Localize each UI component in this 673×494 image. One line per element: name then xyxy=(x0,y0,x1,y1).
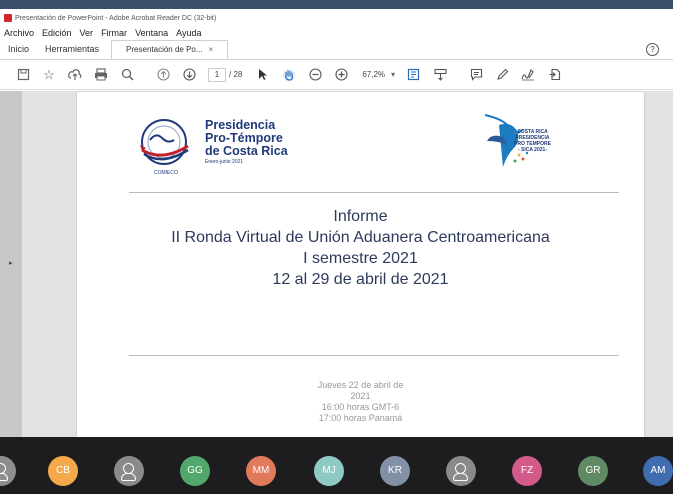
participant-avatar-generic[interactable] xyxy=(446,456,476,486)
meeting-date: Jueves 22 de abril de xyxy=(317,380,404,390)
sica-logo-text: COSTA RICA PRESIDENCIA PRO TEMPORE - SIC… xyxy=(514,129,551,153)
window-title: Presentación de PowerPoint - Adobe Acrob… xyxy=(15,14,217,22)
page-total: / 28 xyxy=(229,70,243,79)
menu-ayuda[interactable]: Ayuda xyxy=(176,28,201,38)
stamp-icon[interactable] xyxy=(543,64,565,86)
zoom-level[interactable]: 67,2% xyxy=(362,70,385,79)
select-cursor-icon[interactable] xyxy=(252,64,274,86)
toolbar: ☆ 1 / 28 67,2% ▾ xyxy=(0,60,673,90)
zoom-in-icon[interactable] xyxy=(330,64,352,86)
acrobat-app-icon xyxy=(4,14,12,22)
participant-avatar-mm[interactable]: MM xyxy=(246,456,276,486)
upload-cloud-icon[interactable] xyxy=(64,64,86,86)
expand-pane-icon[interactable]: ▸ xyxy=(9,259,13,267)
title-bar: Presentación de PowerPoint - Adobe Acrob… xyxy=(0,9,673,27)
participant-avatar-kr[interactable]: KR xyxy=(380,456,410,486)
comieco-seal-logo: COMIECO xyxy=(140,119,189,176)
sica-line-4: - SICA 2021- xyxy=(517,147,547,153)
participant-avatar-gr[interactable]: GR xyxy=(578,456,608,486)
report-title: Informe xyxy=(333,208,388,225)
help-icon[interactable]: ? xyxy=(646,43,659,56)
tab-inicio[interactable]: Inicio xyxy=(0,44,37,59)
top-divider xyxy=(129,192,619,193)
participant-avatar-generic[interactable] xyxy=(114,456,144,486)
tab-herramientas[interactable]: Herramientas xyxy=(37,44,107,59)
logo-subtitle: Enero-junio 2021 xyxy=(205,159,244,165)
participant-avatar-gg[interactable]: GG xyxy=(180,456,210,486)
meeting-time-panama: 17:00 horas Panamá xyxy=(318,413,403,423)
participant-avatar-cb[interactable]: CB xyxy=(48,456,78,486)
next-page-icon[interactable] xyxy=(178,64,200,86)
search-icon[interactable] xyxy=(116,64,138,86)
top-accent-bar xyxy=(0,0,673,9)
page-fit-icon[interactable] xyxy=(403,64,425,86)
zoom-out-icon[interactable] xyxy=(304,64,326,86)
comment-icon[interactable] xyxy=(465,64,487,86)
save-icon[interactable] xyxy=(12,64,34,86)
page-indicator: 1 / 28 xyxy=(208,67,243,82)
tab-bar: Inicio Herramientas Presentación de Po..… xyxy=(0,40,673,60)
highlight-pen-icon[interactable] xyxy=(491,64,513,86)
tab-document[interactable]: Presentación de Po... × xyxy=(111,40,229,59)
menu-ver[interactable]: Ver xyxy=(80,28,94,38)
bottom-divider xyxy=(129,355,619,356)
pdf-page: COMIECO Presidencia Pro-Témpore de Costa… xyxy=(77,92,644,437)
left-pane-collapsed[interactable]: ▸ xyxy=(0,91,22,437)
presidencia-logo-text: Presidencia Pro-Témpore de Costa Rica xyxy=(205,119,288,158)
participant-avatar-mj[interactable]: MJ xyxy=(314,456,344,486)
report-dates: 12 al 29 de abril de 2021 xyxy=(272,271,449,288)
close-tab-icon[interactable]: × xyxy=(209,45,214,54)
logo-line-3: de Costa Rica xyxy=(205,144,288,158)
report-subtitle: II Ronda Virtual de Unión Aduanera Centr… xyxy=(171,229,550,246)
zoom-dropdown-icon[interactable]: ▾ xyxy=(391,70,395,79)
meeting-year: 2021 xyxy=(350,391,371,401)
previous-page-icon[interactable] xyxy=(152,64,174,86)
meeting-time-gmt: 16:00 horas GMT-6 xyxy=(321,402,400,412)
menu-archivo[interactable]: Archivo xyxy=(4,28,34,38)
menu-bar: Archivo Edición Ver Firmar Ventana Ayuda xyxy=(0,26,673,40)
scroll-mode-icon[interactable] xyxy=(429,64,451,86)
comieco-label: COMIECO xyxy=(154,170,178,176)
participant-avatar-fz[interactable]: FZ xyxy=(512,456,542,486)
menu-ventana[interactable]: Ventana xyxy=(135,28,168,38)
report-semester: I semestre 2021 xyxy=(303,250,418,267)
tab-document-label: Presentación de Po... xyxy=(126,45,203,54)
hand-tool-icon[interactable] xyxy=(278,64,300,86)
menu-firmar[interactable]: Firmar xyxy=(101,28,127,38)
print-icon[interactable] xyxy=(90,64,112,86)
page-number-input[interactable]: 1 xyxy=(208,67,226,82)
bookmark-star-icon[interactable]: ☆ xyxy=(38,64,60,86)
menu-edicion[interactable]: Edición xyxy=(42,28,72,38)
sign-icon[interactable] xyxy=(517,64,539,86)
participant-avatar-am[interactable]: AM xyxy=(643,456,673,486)
